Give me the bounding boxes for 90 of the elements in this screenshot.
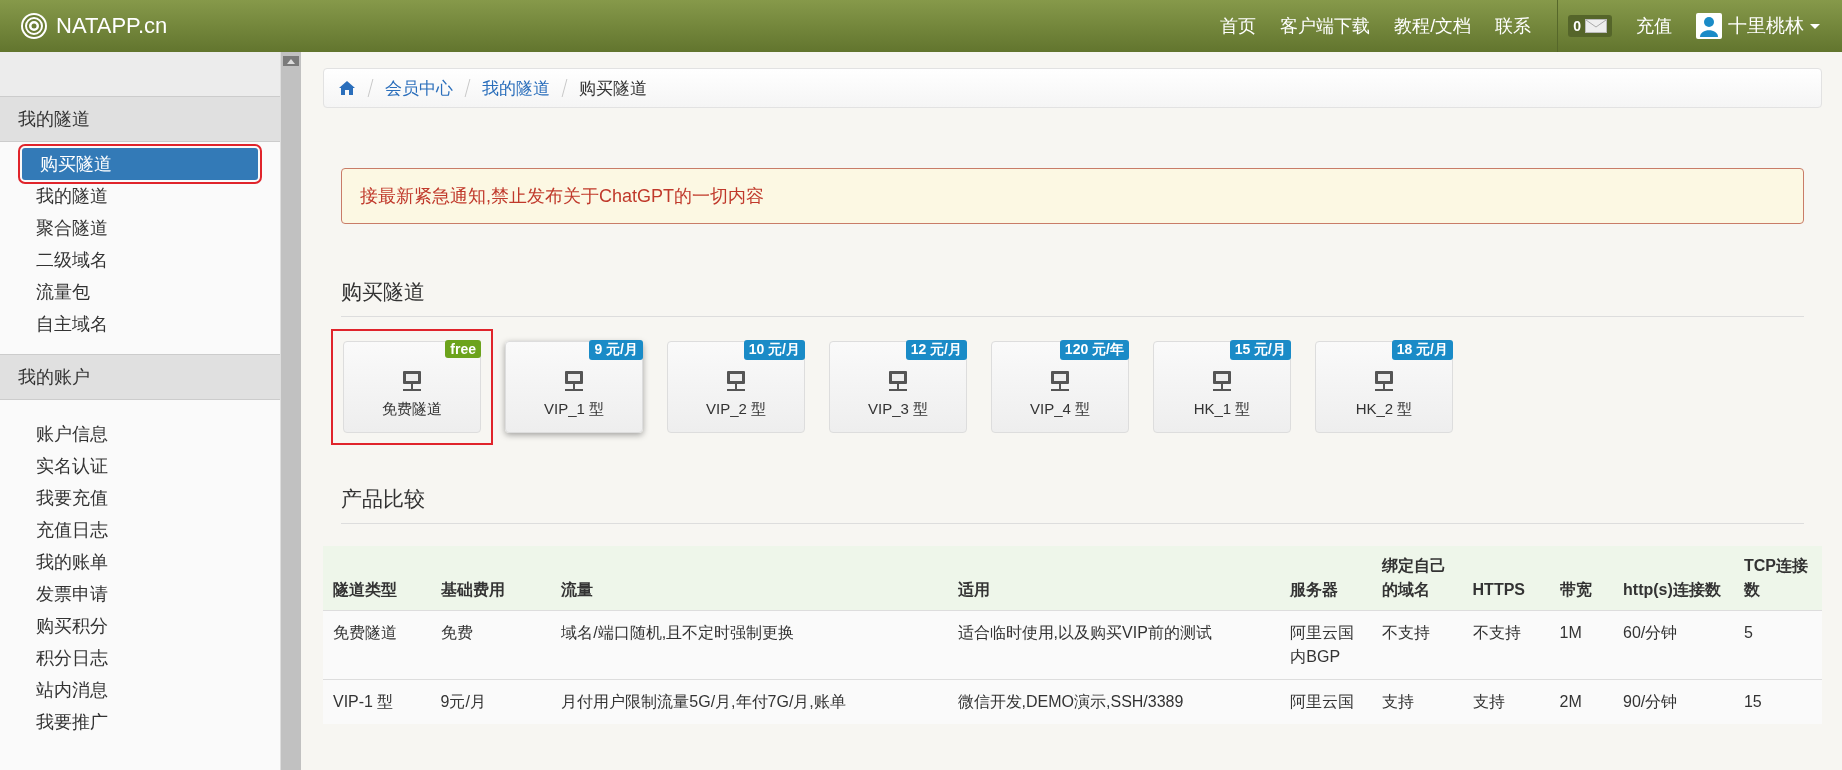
section-heading: 购买隧道 bbox=[341, 278, 1804, 317]
sidebar-item[interactable]: 账户信息 bbox=[18, 418, 262, 450]
table-cell: 2M bbox=[1549, 679, 1614, 724]
sidebar-item[interactable]: 我的账单 bbox=[18, 546, 262, 578]
column-header: 隧道类型 bbox=[323, 546, 431, 611]
plan-card[interactable]: free 免费隧道 bbox=[343, 341, 481, 433]
nav-link[interactable]: 客户端下载 bbox=[1268, 14, 1383, 38]
nav-link[interactable]: 教程/文档 bbox=[1382, 14, 1484, 38]
price-badge: 12 元/月 bbox=[905, 340, 967, 360]
table-cell: 60/分钟 bbox=[1613, 610, 1734, 680]
table-cell: 15 bbox=[1733, 679, 1822, 724]
column-header: TCP连接数 bbox=[1733, 546, 1822, 611]
column-header: 带宽 bbox=[1549, 546, 1614, 611]
home-icon bbox=[338, 80, 356, 96]
sidebar-item[interactable]: 充值日志 bbox=[18, 514, 262, 546]
table-cell: 阿里云国内BGP bbox=[1280, 610, 1373, 680]
breadcrumb-link[interactable]: 我的隧道 bbox=[482, 76, 550, 100]
table-cell: 支持 bbox=[1372, 679, 1463, 724]
sidebar-item[interactable]: 我要充值 bbox=[18, 482, 262, 514]
table-cell: 微信开发,DEMO演示,SSH/3389 bbox=[947, 679, 1281, 724]
user-menu[interactable]: 十里桃林 bbox=[1696, 13, 1820, 39]
network-monitor-icon bbox=[562, 369, 586, 392]
network-monitor-icon bbox=[1372, 369, 1396, 392]
nav-link[interactable]: 联系 bbox=[1483, 14, 1544, 38]
table-cell: 1M bbox=[1549, 610, 1614, 680]
sidebar-item[interactable]: 聚合隧道 bbox=[18, 212, 262, 244]
caret-icon bbox=[1810, 23, 1820, 29]
plan-card[interactable]: 18 元/月 HK_2 型 bbox=[1315, 341, 1453, 433]
logo-icon bbox=[20, 12, 48, 40]
table-cell: 月付用户限制流量5G/月,年付7G/月,账单 bbox=[551, 679, 948, 724]
plan-card[interactable]: 120 元/年 VIP_4 型 bbox=[991, 341, 1129, 433]
envelope-icon bbox=[1585, 19, 1607, 33]
plan-card[interactable]: 12 元/月 VIP_3 型 bbox=[829, 341, 967, 433]
sidebar-item[interactable]: 我要推广 bbox=[18, 706, 262, 738]
sidebar-item[interactable]: 我的隧道 bbox=[18, 180, 262, 212]
column-header: 适用 bbox=[947, 546, 1281, 611]
sidebar-item[interactable]: 站内消息 bbox=[18, 674, 262, 706]
price-badge: 120 元/年 bbox=[1059, 340, 1129, 360]
column-header: http(s)连接数 bbox=[1613, 546, 1734, 611]
scrollbar[interactable] bbox=[280, 52, 301, 770]
sidebar-item[interactable]: 流量包 bbox=[18, 276, 262, 308]
breadcrumb-link[interactable]: 购买隧道 bbox=[579, 76, 647, 100]
price-badge: 15 元/月 bbox=[1229, 340, 1291, 360]
column-header: HTTPS bbox=[1462, 546, 1550, 611]
recharge-link[interactable]: 充值 bbox=[1624, 14, 1684, 38]
sidebar-item[interactable]: 购买积分 bbox=[18, 610, 262, 642]
sidebar-section-header: 我的隧道 bbox=[0, 96, 280, 142]
price-badge: free bbox=[445, 340, 481, 358]
plan-card[interactable]: 10 元/月 VIP_2 型 bbox=[667, 341, 805, 433]
table-cell: 90/分钟 bbox=[1613, 679, 1734, 724]
table-cell: 免费 bbox=[430, 610, 552, 680]
table-cell: 免费隧道 bbox=[323, 610, 431, 680]
sidebar-item[interactable]: 发票申请 bbox=[18, 578, 262, 610]
network-monitor-icon bbox=[724, 369, 748, 392]
table-cell: 域名/端口随机,且不定时强制更换 bbox=[551, 610, 948, 680]
plan-card[interactable]: 15 元/月 HK_1 型 bbox=[1153, 341, 1291, 433]
network-monitor-icon bbox=[400, 369, 424, 392]
table-cell: 5 bbox=[1733, 610, 1822, 680]
alert-message: 接最新紧急通知,禁止发布关于ChatGPT的一切内容 bbox=[341, 168, 1804, 224]
message-count: 0 bbox=[1573, 18, 1581, 34]
table-cell: 9元/月 bbox=[430, 679, 552, 724]
column-header: 服务器 bbox=[1280, 546, 1373, 611]
scroll-up-icon[interactable] bbox=[283, 56, 299, 66]
sidebar-item[interactable]: 自主域名 bbox=[18, 308, 262, 340]
brand-name[interactable]: NATAPP.cn bbox=[56, 13, 168, 39]
table-cell: 不支持 bbox=[1462, 610, 1550, 680]
table-cell: 适合临时使用,以及购买VIP前的测试 bbox=[947, 610, 1281, 680]
price-badge: 9 元/月 bbox=[589, 340, 643, 360]
column-header: 绑定自己的域名 bbox=[1372, 546, 1463, 611]
network-monitor-icon bbox=[1048, 369, 1072, 392]
nav-link[interactable]: 首页 bbox=[1208, 14, 1269, 38]
network-monitor-icon bbox=[1210, 369, 1234, 392]
sidebar-item[interactable]: 实名认证 bbox=[18, 450, 262, 482]
sidebar-item[interactable]: 二级域名 bbox=[18, 244, 262, 276]
messages-button[interactable]: 0 bbox=[1568, 15, 1612, 37]
column-header: 基础费用 bbox=[430, 546, 552, 611]
table-cell: 不支持 bbox=[1372, 610, 1463, 680]
table-cell: VIP-1 型 bbox=[323, 679, 431, 724]
table-cell: 支持 bbox=[1462, 679, 1550, 724]
sidebar-item[interactable]: 积分日志 bbox=[18, 642, 262, 674]
section-heading: 产品比较 bbox=[341, 485, 1804, 524]
plan-card[interactable]: 9 元/月 VIP_1 型 bbox=[505, 341, 643, 433]
sidebar-section-header: 我的账户 bbox=[0, 354, 280, 400]
user-avatar-icon bbox=[1696, 13, 1722, 39]
column-header: 流量 bbox=[551, 546, 948, 611]
breadcrumb-link[interactable]: 会员中心 bbox=[385, 76, 453, 100]
price-badge: 18 元/月 bbox=[1391, 340, 1453, 360]
table-cell: 阿里云国 bbox=[1280, 679, 1373, 724]
price-badge: 10 元/月 bbox=[743, 340, 805, 360]
network-monitor-icon bbox=[886, 369, 910, 392]
